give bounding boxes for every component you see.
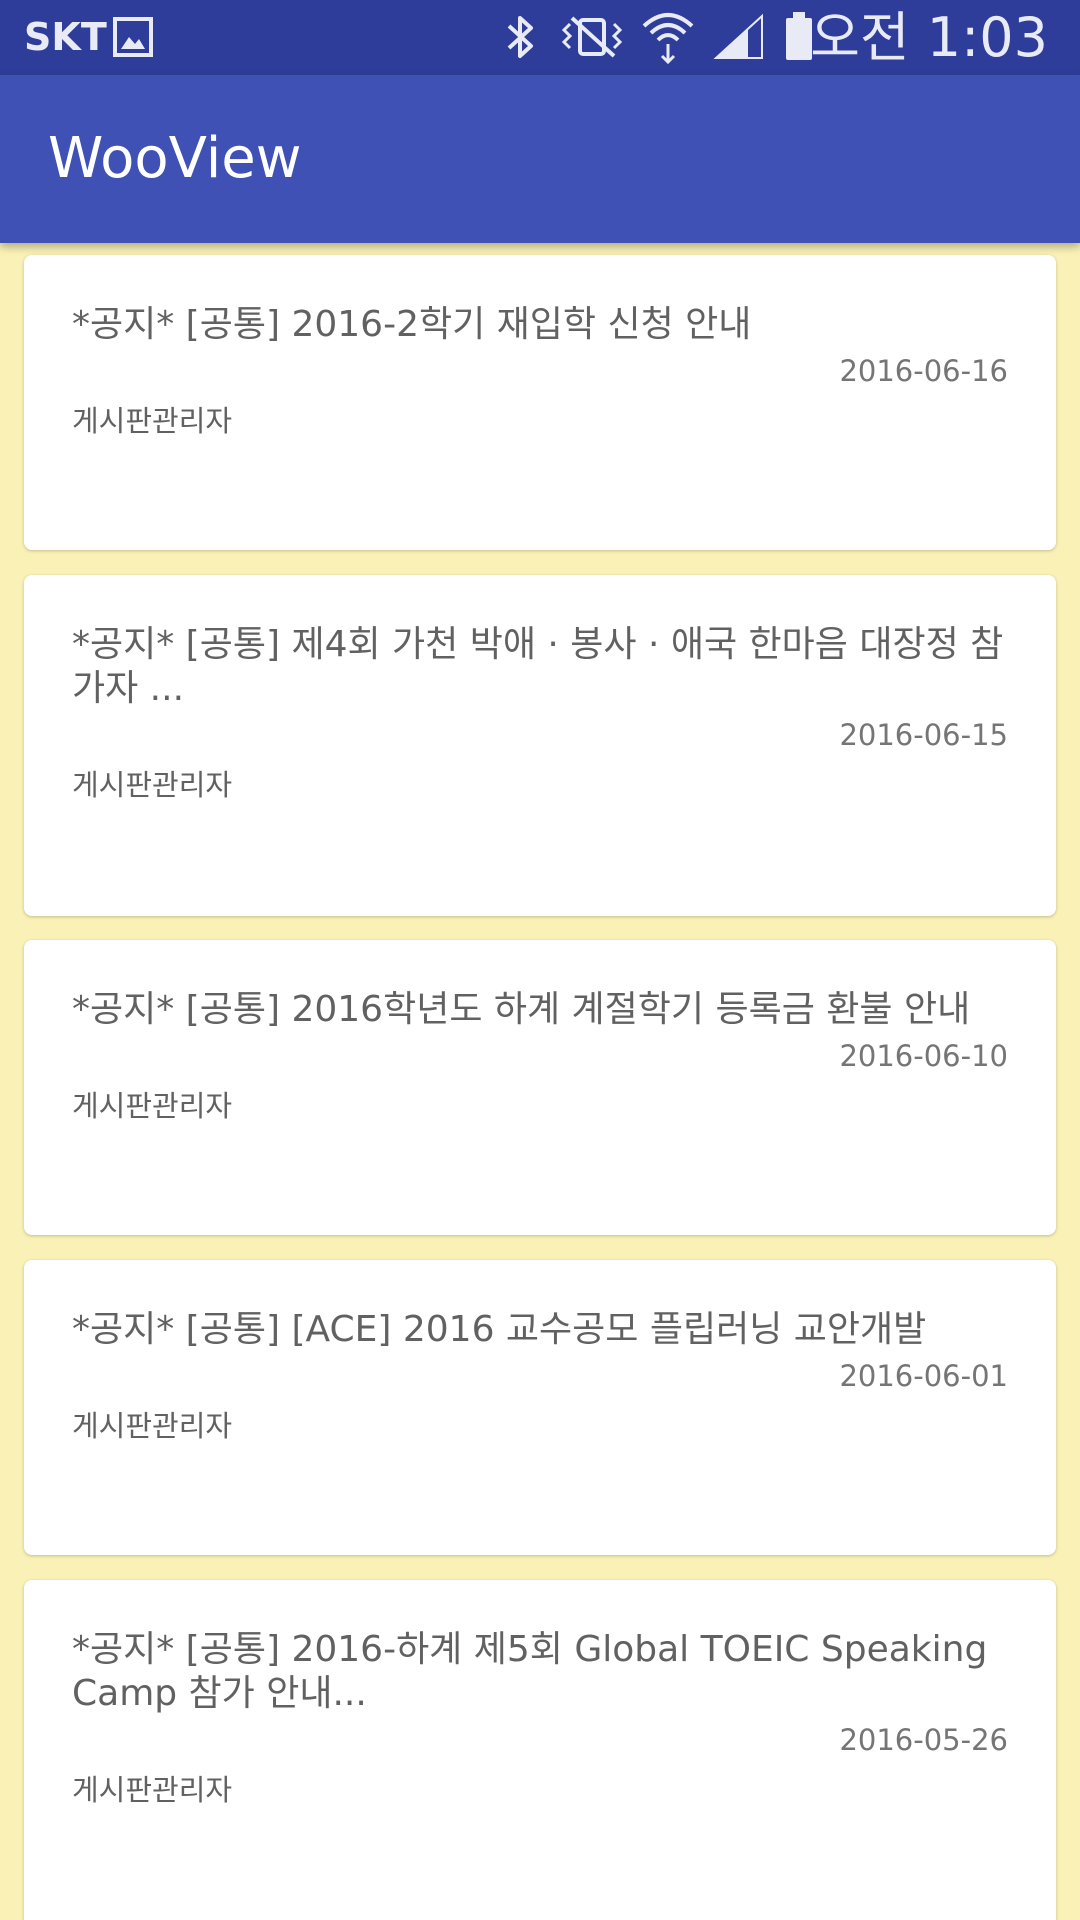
vibrate-icon: [561, 16, 623, 58]
signal-icon: [713, 13, 763, 59]
app-bar: WooView: [0, 75, 1080, 243]
notice-list[interactable]: *공지* [공통] 2016-2학기 재입학 신청 안내 2016-06-16 …: [0, 243, 1080, 1920]
notice-title: *공지* [공통] 제4회 가천 박애 · 봉사 · 애국 한마음 대장정 참가…: [72, 624, 1004, 709]
wifi-icon: [642, 13, 694, 64]
notice-card[interactable]: *공지* [공통] 2016-2학기 재입학 신청 안내 2016-06-16 …: [24, 255, 1056, 550]
notice-title: *공지* [공통] 2016-하계 제5회 Global TOEIC Speak…: [72, 1629, 988, 1714]
notice-title: *공지* [공통] 2016-2학기 재입학 신청 안내: [72, 304, 752, 345]
notice-card[interactable]: *공지* [공통] 2016학년도 하계 계절학기 등록금 환불 안내 2016…: [24, 940, 1056, 1235]
notice-author: 게시판관리자: [72, 1089, 233, 1123]
status-bar: SKT 오전 1:03: [0, 0, 1080, 75]
clock: 오전 1:03: [810, 6, 1048, 69]
notice-date: 2016-05-26: [839, 1723, 1008, 1757]
app-title: WooView: [48, 126, 302, 191]
notice-date: 2016-06-16: [839, 354, 1008, 388]
notice-author: 게시판관리자: [72, 768, 233, 802]
gallery-icon: [113, 17, 153, 57]
carrier-label: SKT: [24, 15, 107, 59]
notice-card[interactable]: *공지* [공통] [ACE] 2016 교수공모 플립러닝 교안개발 2016…: [24, 1260, 1056, 1555]
notice-date: 2016-06-10: [839, 1039, 1008, 1073]
notice-date: 2016-06-01: [839, 1359, 1008, 1393]
notice-author: 게시판관리자: [72, 404, 233, 438]
notice-card[interactable]: *공지* [공통] 제4회 가천 박애 · 봉사 · 애국 한마음 대장정 참가…: [24, 575, 1056, 916]
notice-author: 게시판관리자: [72, 1409, 233, 1443]
notice-title: *공지* [공통] [ACE] 2016 교수공모 플립러닝 교안개발: [72, 1309, 927, 1350]
bluetooth-icon: [507, 16, 533, 58]
notice-date: 2016-06-15: [839, 718, 1008, 752]
notice-title: *공지* [공통] 2016학년도 하계 계절학기 등록금 환불 안내: [72, 989, 971, 1030]
notice-author: 게시판관리자: [72, 1773, 233, 1807]
notice-card[interactable]: *공지* [공통] 2016-하계 제5회 Global TOEIC Speak…: [24, 1580, 1056, 1920]
